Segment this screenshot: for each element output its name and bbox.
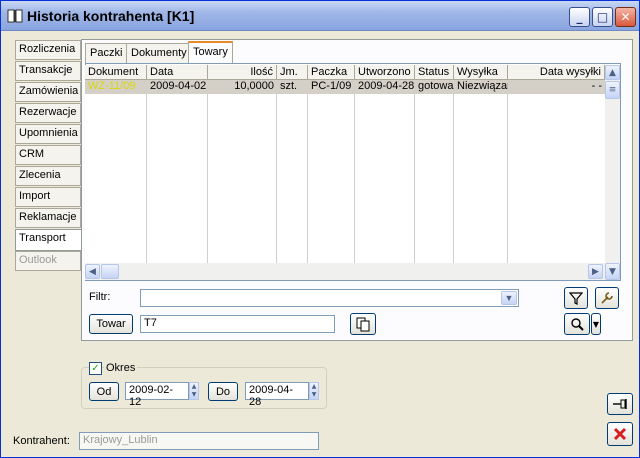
filter-button[interactable] bbox=[564, 287, 588, 309]
book-icon bbox=[7, 9, 23, 23]
column-header-wysylka[interactable]: Wysyłka bbox=[454, 65, 508, 80]
sidebar-item-outlook[interactable]: Outlook bbox=[15, 251, 81, 271]
close-window-button[interactable]: ✕ bbox=[615, 7, 636, 27]
contractor-field: Krajowy_Lublin bbox=[79, 432, 319, 450]
pin-button[interactable] bbox=[607, 393, 633, 415]
sidebar-item-upomnienia[interactable]: Upomnienia bbox=[15, 124, 81, 144]
tab-towary[interactable]: Towary bbox=[188, 41, 233, 64]
to-date-spinner[interactable]: ▲ ▼ bbox=[309, 382, 319, 400]
cell-utworzono[interactable]: 2009-04-28 bbox=[355, 80, 415, 94]
cell-ilosc[interactable]: 10,0000 bbox=[208, 80, 277, 94]
wrench-icon bbox=[601, 292, 613, 304]
scroll-up-icon[interactable]: ▲ bbox=[605, 65, 620, 80]
window-title: Historia kontrahenta [K1] bbox=[27, 8, 195, 24]
column-divider bbox=[414, 94, 415, 265]
sidebar-item-zamowienia[interactable]: Zamówienia bbox=[15, 82, 81, 102]
sidebar-item-rezerwacje[interactable]: Rezerwacje bbox=[15, 103, 81, 123]
period-label: Okres bbox=[104, 362, 138, 374]
close-button[interactable] bbox=[607, 422, 633, 446]
cell-wysylka[interactable]: Niezwiązan bbox=[454, 80, 508, 94]
column-divider bbox=[453, 94, 454, 265]
preview-button[interactable] bbox=[564, 313, 590, 335]
copy-icon bbox=[356, 317, 370, 332]
scroll-thumb-horizontal[interactable] bbox=[101, 264, 119, 279]
column-divider bbox=[307, 94, 308, 265]
column-header-data[interactable]: Data bbox=[147, 65, 208, 80]
scroll-down-icon[interactable]: ▼ bbox=[605, 263, 620, 280]
cell-dokument[interactable]: WZ-11/09 bbox=[85, 80, 147, 94]
period-checkbox[interactable]: ✓ bbox=[89, 362, 102, 375]
sidebar-item-crm[interactable]: CRM bbox=[15, 145, 81, 165]
column-header-ilosc[interactable]: Ilość bbox=[208, 65, 277, 80]
column-header-paczka[interactable]: Paczka bbox=[308, 65, 355, 80]
copy-documents-button[interactable] bbox=[350, 313, 376, 335]
items-grid: Dokument Data Ilość Jm. Paczka Utworzono… bbox=[85, 65, 605, 265]
column-header-jm[interactable]: Jm. bbox=[277, 65, 308, 80]
title-bar: Historia kontrahenta [K1] _ □ ✕ bbox=[1, 1, 639, 31]
settings-button[interactable] bbox=[595, 287, 619, 309]
column-divider bbox=[354, 94, 355, 265]
tab-paczki[interactable]: Paczki bbox=[85, 43, 128, 63]
sidebar-item-import[interactable]: Import bbox=[15, 187, 81, 207]
contractor-label: Kontrahent: bbox=[13, 435, 70, 447]
column-divider bbox=[146, 94, 147, 265]
chevron-down-icon[interactable]: ▼ bbox=[501, 291, 517, 305]
cell-paczka[interactable]: PC-1/09 bbox=[308, 80, 355, 94]
from-date-spinner[interactable]: ▲ ▼ bbox=[189, 382, 199, 400]
to-date-field[interactable]: 2009-04-28 bbox=[245, 382, 309, 408]
funnel-icon bbox=[569, 292, 583, 305]
cell-data[interactable]: 2009-04-02 bbox=[147, 80, 208, 94]
pin-icon bbox=[613, 399, 627, 409]
towar-button[interactable]: Towar bbox=[89, 314, 133, 334]
scroll-left-icon[interactable]: ◀ bbox=[85, 264, 100, 279]
close-icon bbox=[613, 427, 627, 441]
sidebar-item-transakcje[interactable]: Transakcje bbox=[15, 61, 81, 81]
filter-dropdown[interactable]: ▼ bbox=[140, 289, 519, 307]
column-divider bbox=[276, 94, 277, 265]
scroll-thumb[interactable]: ≡ bbox=[605, 81, 620, 99]
sidebar-item-reklamacje[interactable]: Reklamacje bbox=[15, 208, 81, 228]
sidebar-item-rozliczenia[interactable]: Rozliczenia bbox=[15, 40, 81, 60]
horizontal-scrollbar[interactable]: ◀ ▶ bbox=[85, 263, 605, 280]
towar-field[interactable]: T7 bbox=[140, 315, 335, 333]
column-header-dokument[interactable]: Dokument bbox=[85, 65, 147, 80]
column-header-data-wysylki[interactable]: Data wysyłki bbox=[508, 65, 605, 80]
from-date-field[interactable]: 2009-02-12 bbox=[125, 382, 189, 408]
cell-status[interactable]: gotowa bbox=[415, 80, 454, 94]
window: Historia kontrahenta [K1] _ □ ✕ Rozlicze… bbox=[0, 0, 640, 458]
cell-jm[interactable]: szt. bbox=[277, 80, 308, 94]
vertical-scrollbar[interactable]: ▲ ≡ bbox=[605, 65, 620, 263]
magnifier-icon bbox=[571, 318, 584, 331]
minimize-button[interactable]: _ bbox=[569, 7, 590, 27]
tab-dokumenty[interactable]: Dokumenty bbox=[126, 43, 192, 63]
sidebar-item-transport[interactable]: Transport bbox=[15, 229, 83, 251]
to-date-button[interactable]: Do bbox=[208, 382, 238, 401]
maximize-button[interactable]: □ bbox=[592, 7, 613, 27]
sidebar-item-zlecenia[interactable]: Zlecenia bbox=[15, 166, 81, 186]
preview-dropdown-icon[interactable]: ▼ bbox=[591, 313, 601, 335]
filter-label: Filtr: bbox=[89, 291, 111, 303]
from-date-button[interactable]: Od bbox=[89, 382, 119, 401]
column-divider bbox=[507, 94, 508, 265]
column-header-status[interactable]: Status bbox=[415, 65, 454, 80]
column-divider bbox=[207, 94, 208, 265]
column-header-utworzono[interactable]: Utworzono bbox=[355, 65, 415, 80]
cell-data-wysylki[interactable]: - - bbox=[508, 80, 605, 94]
scroll-right-icon[interactable]: ▶ bbox=[588, 264, 603, 279]
